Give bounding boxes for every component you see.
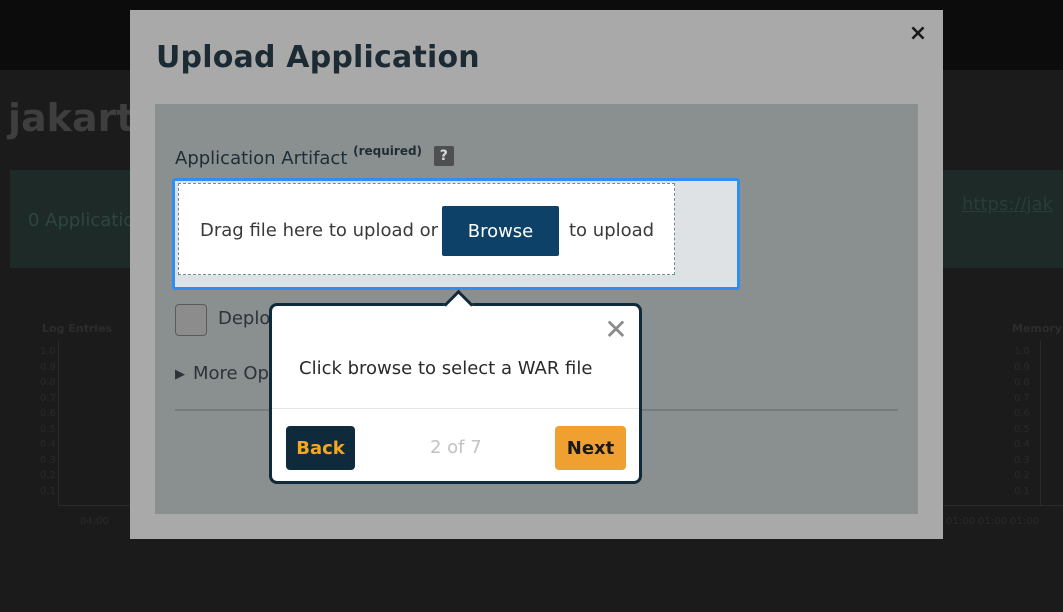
log-entries-chart-label: Log Entries xyxy=(42,322,113,335)
server-url-link[interactable]: https://jak xyxy=(962,194,1053,215)
chart-tick-label: 0.6 xyxy=(40,408,56,419)
application-count: 0 Application xyxy=(28,210,146,231)
chart-tick-label: 0.7 xyxy=(1014,392,1030,404)
right-chart-x-ticks: 01:00 01:00 01:00 xyxy=(946,516,1039,527)
tour-back-button[interactable]: Back xyxy=(286,426,355,470)
left-chart-x-ticks: 04:00 xyxy=(80,516,109,527)
browse-button[interactable]: Browse xyxy=(442,206,559,256)
chart-tick-label: 0.9 xyxy=(1014,361,1030,373)
tour-message: Click browse to select a WAR file xyxy=(299,358,593,379)
chart-tick-label: 0.1 xyxy=(40,485,56,497)
expand-triangle-icon: ▶ xyxy=(175,367,185,382)
chart-tick-label: 0.6 xyxy=(1014,408,1030,419)
drop-instructions: Drag file here to upload or xyxy=(200,220,439,241)
chart-tick-label: 0.5 xyxy=(1014,423,1030,435)
tour-close-icon[interactable]: ✕ xyxy=(604,316,628,344)
deploy-checkbox[interactable] xyxy=(175,304,207,336)
help-icon[interactable]: ? xyxy=(433,146,454,166)
file-upload-dropzone-frame[interactable]: Drag file here to upload or Browse to up… xyxy=(172,178,740,290)
tour-next-button[interactable]: Next xyxy=(555,426,626,470)
modal-title: Upload Application xyxy=(156,40,480,75)
chart-tick-label: 1.0 xyxy=(40,346,56,357)
chart-tick-label: 0.2 xyxy=(40,470,56,481)
chart-tick-label: 1.0 xyxy=(1014,346,1030,357)
chart-tick-label: 0.1 xyxy=(1014,485,1030,497)
chart-tick-label: 0.7 xyxy=(40,392,56,404)
chart-axis-right xyxy=(1040,340,1041,505)
popover-divider xyxy=(272,408,639,409)
chart-axis-left xyxy=(58,340,59,505)
chart-tick-label: 0.4 xyxy=(1014,439,1030,450)
required-marker: (required) xyxy=(353,144,423,158)
chart-tick-label: 0.8 xyxy=(40,377,56,388)
tour-popover: ✕ Click browse to select a WAR file Back… xyxy=(269,289,642,484)
more-options-toggle[interactable]: ▶ More Op xyxy=(175,363,269,384)
chart-tick-label: 0.5 xyxy=(40,423,56,435)
chart-tick-label: 0.4 xyxy=(40,439,56,450)
close-icon[interactable]: × xyxy=(906,22,930,46)
chart-tick-label: 0.9 xyxy=(40,361,56,373)
chart-tick-label: 0.3 xyxy=(40,454,56,466)
application-artifact-label: Application Artifact (required) ? xyxy=(175,144,454,169)
right-chart-ticks: 1.0 0.9 0.8 0.7 0.6 0.5 0.4 0.3 0.2 0.1 xyxy=(1014,344,1030,499)
file-dropzone[interactable]: Drag file here to upload or Browse to up… xyxy=(178,183,675,275)
more-options-label: More Op xyxy=(193,363,269,384)
chart-tick-label: 0.3 xyxy=(1014,454,1030,466)
drop-instructions-suffix: to upload xyxy=(569,220,655,241)
memory-chart-label: Memory xyxy=(1012,322,1063,335)
left-chart-ticks: 1.0 0.9 0.8 0.7 0.6 0.5 0.4 0.3 0.2 0.1 xyxy=(40,344,56,499)
field-label-text: Application Artifact xyxy=(175,148,348,169)
deploy-checkbox-label: Deplo xyxy=(218,308,271,329)
chart-tick-label: 0.8 xyxy=(1014,377,1030,388)
chart-tick-label: 0.2 xyxy=(1014,470,1030,481)
tour-step-counter: 2 of 7 xyxy=(430,437,482,458)
